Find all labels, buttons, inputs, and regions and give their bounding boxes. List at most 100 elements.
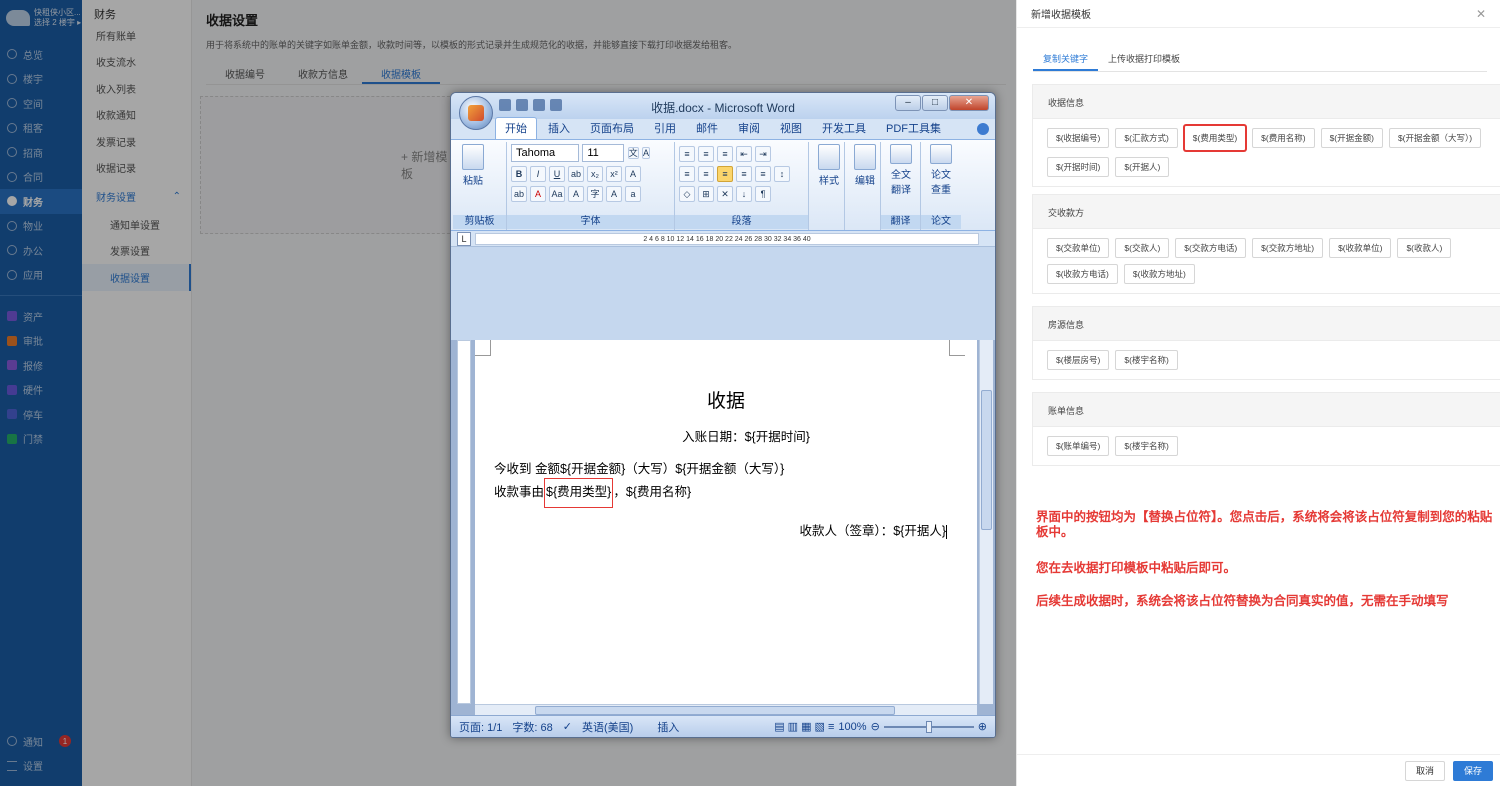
status-language[interactable]: 英语(美国) xyxy=(582,719,633,735)
keyword-section: 收据信息 $(收据编号) $(汇款方式) $(费用类型) $(费用名称) $(开据金额) $… xyxy=(1032,84,1500,187)
view-buttons[interactable]: ▤ ▥ ▦ ▧ ≡ xyxy=(774,720,834,733)
char-shading-button[interactable]: A xyxy=(568,186,584,202)
sort-button[interactable]: ↓ xyxy=(736,186,752,202)
border-button[interactable]: ⊞ xyxy=(698,186,714,202)
minimize-button[interactable]: – xyxy=(895,95,921,111)
document-page[interactable]: 收据 入账日期：${开据时间} 今收到 金额${开据金额}（大写）${开据金额（… xyxy=(475,340,977,704)
ribbon-tab[interactable]: PDF工具集 xyxy=(877,120,950,139)
close-button[interactable]: ✕ xyxy=(949,95,989,111)
grow-font-button[interactable]: A xyxy=(606,186,622,202)
chinese-layout-button[interactable]: ✕ xyxy=(717,186,733,202)
ribbon-tab[interactable]: 开始 xyxy=(495,117,537,139)
keyword-button[interactable]: $(汇款方式) xyxy=(1115,128,1178,148)
keyword-button[interactable]: $(费用名称) xyxy=(1252,128,1315,148)
align-right-button[interactable]: ≡ xyxy=(717,166,733,182)
paste-button[interactable]: 粘贴 xyxy=(457,144,489,187)
horizontal-scroll-thumb[interactable] xyxy=(535,706,895,715)
zoom-slider[interactable] xyxy=(883,720,974,733)
bullets-button[interactable]: ≡ xyxy=(679,146,695,162)
keyword-button[interactable]: $(收款方电话) xyxy=(1047,264,1118,284)
keyword-button[interactable]: $(收据编号) xyxy=(1047,128,1110,148)
clear-format-button[interactable]: A xyxy=(625,166,641,182)
zoom-in-icon[interactable]: ⊕ xyxy=(978,720,987,733)
cancel-button[interactable]: 取消 xyxy=(1404,760,1445,781)
line-spacing-button[interactable]: ↕ xyxy=(774,166,790,182)
drawer-tab[interactable]: 上传收据打印模板 xyxy=(1098,46,1190,71)
ribbon-tab[interactable]: 视图 xyxy=(771,120,811,139)
keyword-button[interactable]: $(交款方电话) xyxy=(1175,238,1247,258)
keyword-button[interactable]: $(开据人) xyxy=(1115,157,1170,177)
keyword-button[interactable]: $(收款人) xyxy=(1397,238,1452,258)
italic-button[interactable]: I xyxy=(530,166,546,182)
ribbon-tab[interactable]: 开发工具 xyxy=(813,120,875,139)
decrease-indent-button[interactable]: ⇤ xyxy=(736,146,752,162)
distribute-button[interactable]: ≡ xyxy=(755,166,771,182)
superscript-button[interactable]: x² xyxy=(606,166,622,182)
ribbon-tab[interactable]: 页面布局 xyxy=(581,120,643,139)
edit-button[interactable]: 编辑 xyxy=(849,144,881,187)
tab-selector[interactable]: L xyxy=(457,232,471,246)
shading-button[interactable]: ◇ xyxy=(679,186,695,202)
save-button[interactable]: 保存 xyxy=(1452,760,1493,781)
vertical-scrollbar[interactable] xyxy=(979,340,993,704)
ribbon-tab[interactable]: 引用 xyxy=(645,120,685,139)
zoom-out-icon[interactable]: ⊖ xyxy=(871,720,880,733)
drawer-tab[interactable]: 复制关键字 xyxy=(1033,46,1099,71)
font-size-select[interactable]: 11 xyxy=(582,144,625,162)
status-words[interactable]: 字数: 68 xyxy=(512,719,552,735)
ribbon-tab[interactable]: 插入 xyxy=(539,120,579,139)
page-corner-mark xyxy=(475,340,491,356)
paper-check-button[interactable]: 论文 查重 xyxy=(925,144,957,196)
fulltext-translate-button[interactable]: 全文 翻译 xyxy=(885,144,917,196)
keyword-button[interactable]: $(收款单位) xyxy=(1329,238,1392,258)
multilevel-list-button[interactable]: ≡ xyxy=(717,146,733,162)
keyword-section: 交收款方 $(交款单位) $(交款人) $(交款方电话) $(交款方地址) $(收款单位)… xyxy=(1032,194,1500,294)
keyword-button[interactable]: $(费用类型) xyxy=(1183,125,1247,151)
keyword-button[interactable]: $(账单编号) xyxy=(1047,436,1110,456)
keyword-button[interactable]: $(楼宇名称) xyxy=(1115,436,1178,456)
align-center-button[interactable]: ≡ xyxy=(698,166,714,182)
zoom-level[interactable]: 100% xyxy=(838,721,866,733)
keyword-button[interactable]: $(楼层房号) xyxy=(1047,350,1110,370)
font-name-select[interactable]: Tahoma xyxy=(511,144,579,162)
strikethrough-button[interactable]: ab xyxy=(568,166,584,182)
status-insert-mode[interactable]: 插入 xyxy=(657,719,679,735)
vertical-scroll-thumb[interactable] xyxy=(981,390,992,530)
increase-indent-button[interactable]: ⇥ xyxy=(755,146,771,162)
keyword-button[interactable]: $(开据时间) xyxy=(1047,157,1110,177)
ribbon-tab[interactable]: 邮件 xyxy=(687,120,727,139)
keyword-list: $(楼层房号) $(楼宇名称) xyxy=(1033,341,1500,379)
status-page[interactable]: 页面: 1/1 xyxy=(459,719,502,735)
change-case-button[interactable]: Aa xyxy=(549,186,565,202)
clipboard-group-label: 剪贴板 xyxy=(453,215,506,229)
underline-button[interactable]: U xyxy=(549,166,565,182)
shrink-font-button[interactable]: a xyxy=(625,186,641,202)
font-color-button[interactable]: A xyxy=(530,186,546,202)
align-left-button[interactable]: ≡ xyxy=(679,166,695,182)
phonetic-icon[interactable]: 文 xyxy=(627,147,639,159)
zoom-slider-knob[interactable] xyxy=(925,720,932,733)
justify-button[interactable]: ≡ xyxy=(736,166,752,182)
keyword-button[interactable]: $(开据金额) xyxy=(1320,128,1383,148)
char-border-icon[interactable]: A xyxy=(642,147,651,159)
keyword-button[interactable]: $(收款方地址) xyxy=(1123,264,1195,284)
help-icon[interactable] xyxy=(977,123,989,135)
spellcheck-icon[interactable]: ✓ xyxy=(563,720,572,733)
keyword-button[interactable]: $(开据金额（大写）) xyxy=(1388,128,1482,148)
numbering-button[interactable]: ≡ xyxy=(698,146,714,162)
bold-button[interactable]: B xyxy=(511,166,527,182)
office-button[interactable] xyxy=(459,96,493,130)
styles-button[interactable]: 样式 xyxy=(813,144,845,187)
close-icon[interactable]: ✕ xyxy=(1476,7,1486,21)
keyword-button[interactable]: $(交款人) xyxy=(1115,238,1170,258)
keyword-button[interactable]: $(交款方地址) xyxy=(1252,238,1324,258)
enclose-char-button[interactable]: 字 xyxy=(587,186,603,202)
show-marks-button[interactable]: ¶ xyxy=(755,186,771,202)
keyword-button[interactable]: $(楼宇名称) xyxy=(1115,350,1178,370)
ribbon-tab[interactable]: 审阅 xyxy=(729,120,769,139)
keyword-button[interactable]: $(交款单位) xyxy=(1047,238,1110,258)
maximize-button[interactable]: □ xyxy=(922,95,948,111)
horizontal-ruler: L 2 4 6 8 10 12 14 16 18 20 22 24 26 28 … xyxy=(451,231,995,247)
subscript-button[interactable]: x₂ xyxy=(587,166,603,182)
highlight-color-button[interactable]: ab xyxy=(511,186,527,202)
